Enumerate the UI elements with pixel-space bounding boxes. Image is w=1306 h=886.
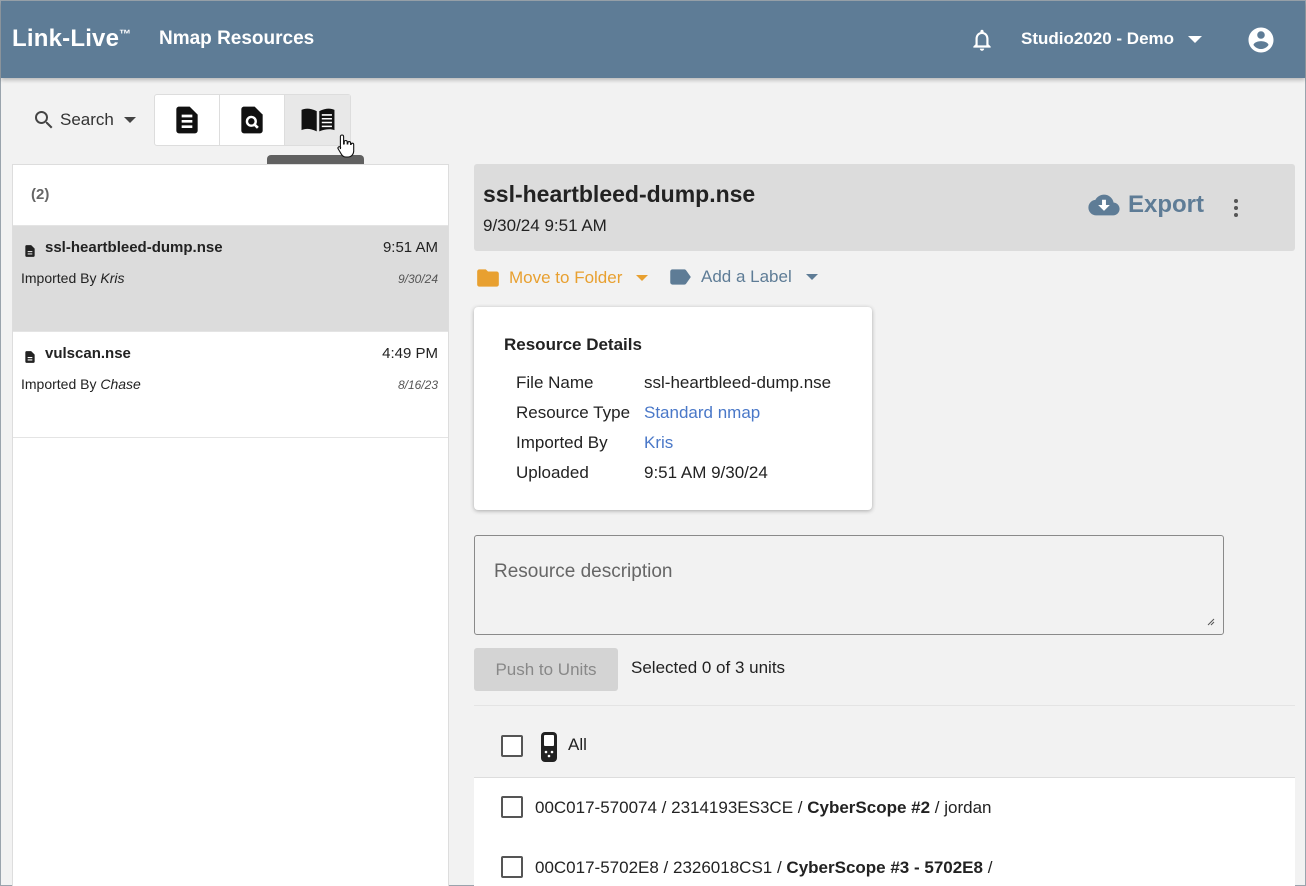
nmap-scripts-tab-button[interactable] xyxy=(220,95,285,145)
description-textarea[interactable]: Resource description xyxy=(474,535,1224,635)
item-time: 4:49 PM xyxy=(382,345,438,362)
item-date: 9/30/24 xyxy=(397,272,438,286)
cloud-download-icon xyxy=(1088,194,1120,216)
result-count: (2) xyxy=(13,165,448,226)
list-item[interactable]: ssl-heartbleed-dump.nse 9:51 AM Imported… xyxy=(13,226,448,332)
unit-name: CyberScope #3 - 5702E8 xyxy=(786,858,983,877)
trademark-mark: ™ xyxy=(119,27,132,41)
unit-ids: 00C017-5702E8 / 2326018CS1 / xyxy=(535,858,787,877)
detail-row-file-name: File Name ssl-heartbleed-dump.nse xyxy=(516,373,831,393)
unit-label: 00C017-570074 / 2314193ES3CE / CyberScop… xyxy=(535,798,992,818)
detail-key: Imported By xyxy=(516,433,608,452)
chevron-down-icon xyxy=(123,117,136,123)
add-label-button[interactable]: Add a Label xyxy=(667,267,818,287)
resource-timestamp: 9/30/24 9:51 AM xyxy=(483,216,607,235)
push-to-units-button[interactable]: Push to Units xyxy=(474,648,618,691)
imported-by-link[interactable]: Kris xyxy=(644,433,673,453)
document-icon xyxy=(25,351,35,363)
move-to-folder-button[interactable]: Move to Folder xyxy=(475,267,649,289)
detail-value: 9:51 AM 9/30/24 xyxy=(644,463,768,482)
card-title: Resource Details xyxy=(504,335,642,354)
item-name: ssl-heartbleed-dump.nse xyxy=(45,239,223,256)
unit-checkbox[interactable] xyxy=(501,796,523,818)
chevron-down-icon[interactable] xyxy=(1188,36,1202,43)
selected-units-count: Selected 0 of 3 units xyxy=(631,658,786,677)
handheld-device-icon xyxy=(541,732,557,762)
page-title: Nmap Resources xyxy=(159,28,315,49)
documents-tab-button[interactable] xyxy=(155,95,220,145)
search-icon xyxy=(35,111,53,129)
search-dropdown-button[interactable]: Search xyxy=(32,107,136,133)
table-row[interactable]: 00C017-570074 / 2314193ES3CE / CyberScop… xyxy=(474,778,1295,838)
resource-title: ssl-heartbleed-dump.nse xyxy=(483,181,756,207)
imported-by-label: Imported By xyxy=(21,376,101,392)
brand-text: Link-Live xyxy=(12,25,120,52)
chevron-down-icon xyxy=(805,274,818,280)
detail-row-resource-type: Resource Type Standard nmap xyxy=(516,403,760,423)
all-label: All xyxy=(568,735,587,754)
detail-row-imported-by: Imported By Kris xyxy=(516,433,673,453)
search-label: Search xyxy=(60,110,114,129)
item-imported-by: Imported By Kris xyxy=(21,270,125,286)
detail-row-uploaded: Uploaded 9:51 AM 9/30/24 xyxy=(516,463,768,483)
bell-icon[interactable] xyxy=(969,26,995,54)
unit-name: CyberScope #2 xyxy=(807,798,931,817)
brand-logo[interactable]: Link-Live™ xyxy=(12,25,131,53)
document-icon xyxy=(176,106,198,134)
folder-icon xyxy=(477,269,499,287)
resource-list: (2) ssl-heartbleed-dump.nse 9:51 AM Impo… xyxy=(12,164,449,886)
item-date: 8/16/23 xyxy=(397,378,438,392)
book-library-icon xyxy=(301,108,334,132)
unit-owner: / xyxy=(982,858,993,877)
list-item[interactable]: vulscan.nse 4:49 PM Imported By Chase 8/… xyxy=(13,332,448,438)
add-label-label: Add a Label xyxy=(701,267,792,286)
resource-type-toggle xyxy=(154,94,351,146)
item-time: 9:51 AM xyxy=(382,239,438,256)
unit-ids: 00C017-570074 / 2314193ES3CE / xyxy=(535,798,808,817)
description-placeholder: Resource description xyxy=(494,561,673,582)
hand-cursor-icon xyxy=(337,134,355,158)
unit-label: 00C017-5702E8 / 2326018CS1 / CyberScope … xyxy=(535,858,992,878)
imported-by-name: Chase xyxy=(100,376,141,392)
org-selector[interactable]: Studio2020 - Demo xyxy=(1021,29,1174,49)
table-row[interactable]: 00C017-5702E8 / 2326018CS1 / CyberScope … xyxy=(474,838,1295,886)
select-all-checkbox[interactable] xyxy=(501,735,523,757)
imported-by-name: Kris xyxy=(100,270,125,286)
document-search-icon xyxy=(241,106,263,134)
units-table: All 00C017-570074 / 2314193ES3CE / Cyber… xyxy=(474,705,1295,886)
label-tag-icon xyxy=(670,269,691,285)
unit-owner: / jordan xyxy=(930,798,992,817)
more-vert-icon[interactable] xyxy=(1232,198,1240,218)
unit-checkbox[interactable] xyxy=(501,856,523,878)
detail-header: ssl-heartbleed-dump.nse 9/30/24 9:51 AM … xyxy=(474,164,1295,251)
chevron-down-icon xyxy=(636,275,649,281)
account-circle-icon[interactable] xyxy=(1246,25,1276,55)
imported-by-label: Imported By xyxy=(21,270,101,286)
resize-grip-icon[interactable] xyxy=(1205,616,1215,626)
detail-key: Uploaded xyxy=(516,463,589,482)
item-name: vulscan.nse xyxy=(45,345,131,362)
detail-key: File Name xyxy=(516,373,594,392)
move-to-folder-label: Move to Folder xyxy=(509,268,623,287)
top-app-bar: Link-Live™ Nmap Resources Studio2020 - D… xyxy=(1,1,1305,78)
item-imported-by: Imported By Chase xyxy=(21,376,141,392)
export-label: Export xyxy=(1128,191,1205,218)
detail-value: ssl-heartbleed-dump.nse xyxy=(644,373,832,392)
detail-key: Resource Type xyxy=(516,403,631,422)
units-header-row: All xyxy=(474,706,1295,778)
export-button[interactable]: Export xyxy=(1088,191,1204,219)
resource-details-card: Resource Details File Name ssl-heartblee… xyxy=(474,307,872,510)
resource-type-link[interactable]: Standard nmap xyxy=(644,403,760,423)
document-icon xyxy=(25,245,35,257)
